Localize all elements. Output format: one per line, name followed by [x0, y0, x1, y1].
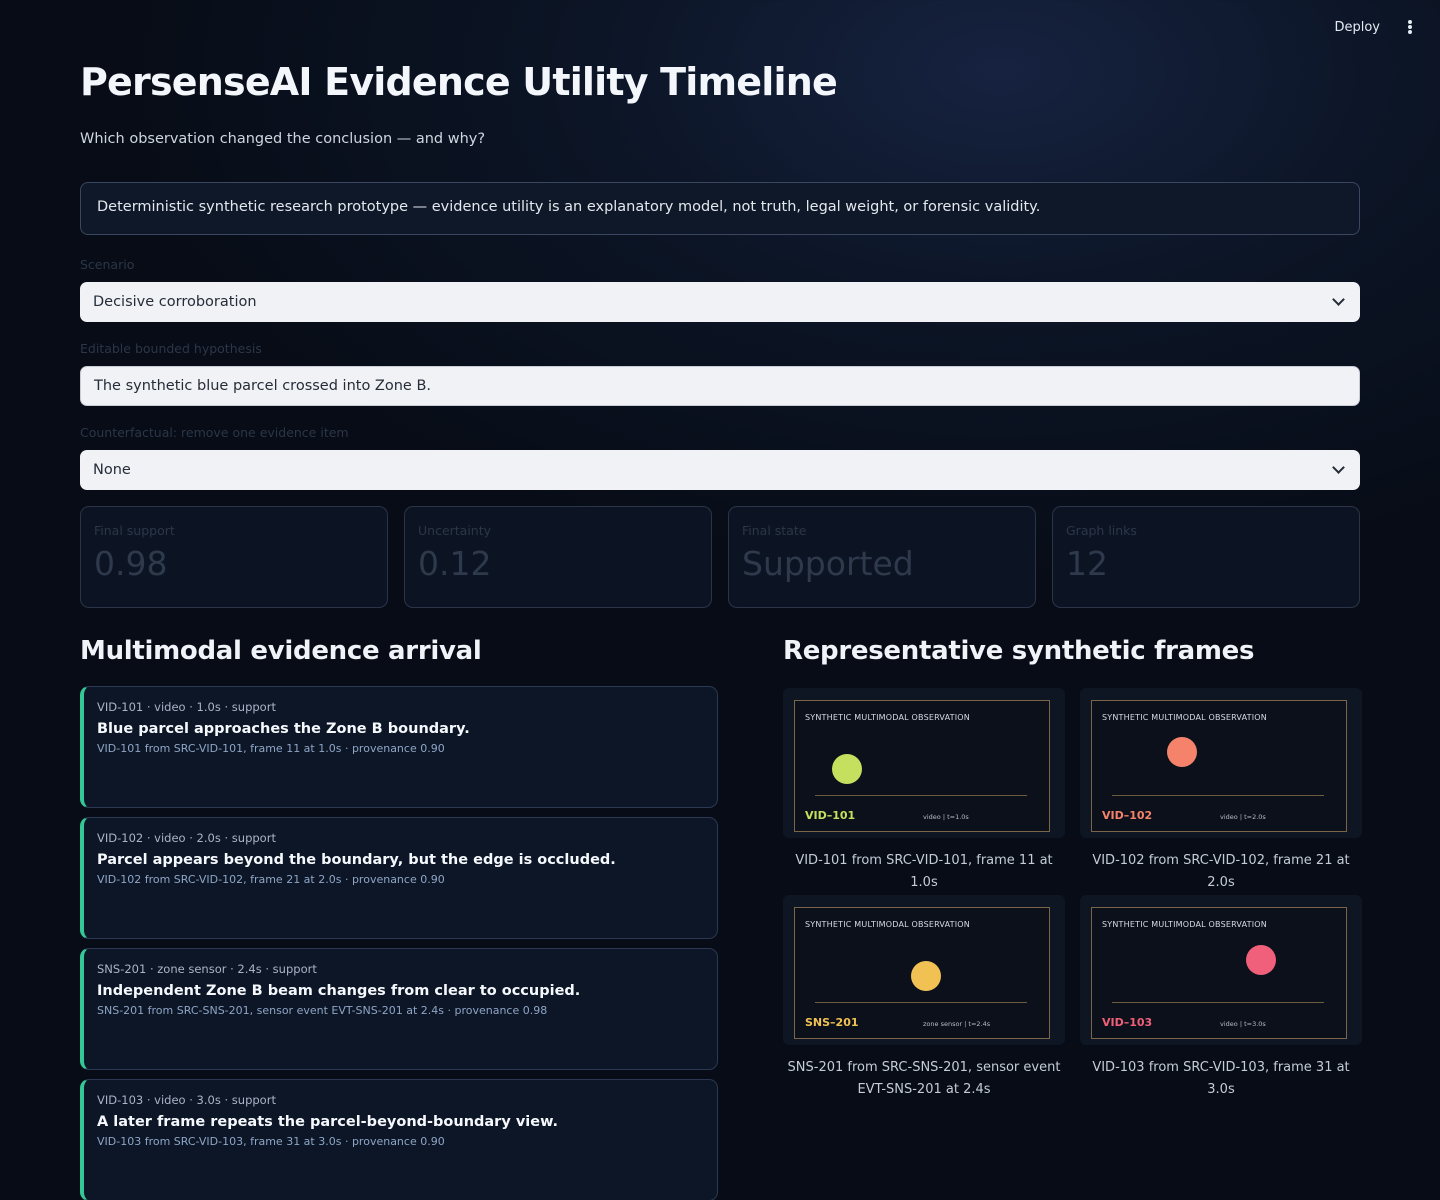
- boundary-line: [1112, 1002, 1324, 1003]
- parcel-dot: [1167, 737, 1197, 767]
- hypothesis-label: Editable bounded hypothesis: [80, 341, 262, 356]
- frame-header: SYNTHETIC MULTIMODAL OBSERVATION: [1102, 713, 1267, 722]
- frame-caption: VID-102 from SRC-VID-102, frame 21 at 2.…: [1092, 853, 1350, 890]
- frame-canvas: SYNTHETIC MULTIMODAL OBSERVATION VID–101…: [794, 700, 1050, 832]
- frame-id: VID–102: [1102, 809, 1153, 822]
- evidence-provenance: VID-103 from SRC-VID-103, frame 31 at 3.…: [97, 1135, 445, 1148]
- evidence-provenance: VID-102 from SRC-VID-102, frame 21 at 2.…: [97, 873, 445, 886]
- frame-modality: video | t=3.0s: [1220, 1020, 1266, 1028]
- chevron-down-icon: [1332, 461, 1345, 474]
- frame-id: VID–103: [1102, 1016, 1153, 1029]
- metric-value: 0.12: [418, 544, 492, 583]
- evidence-card: VID-101 · video · 1.0s · support Blue pa…: [80, 686, 718, 808]
- frame-header: SYNTHETIC MULTIMODAL OBSERVATION: [1102, 920, 1267, 929]
- parcel-dot: [832, 754, 862, 784]
- evidence-meta: VID-102 · video · 2.0s · support: [97, 831, 276, 845]
- counterfactual-select[interactable]: None: [80, 450, 1360, 490]
- parcel-dot: [911, 961, 941, 991]
- disclaimer-text: Deterministic synthetic research prototy…: [97, 199, 1041, 215]
- frame-canvas: SYNTHETIC MULTIMODAL OBSERVATION VID–102…: [1091, 700, 1347, 832]
- frame-modality: video | t=1.0s: [923, 813, 969, 821]
- frame-modality: zone sensor | t=2.4s: [923, 1020, 991, 1028]
- counterfactual-label: Counterfactual: remove one evidence item: [80, 425, 349, 440]
- hypothesis-input[interactable]: The synthetic blue parcel crossed into Z…: [80, 366, 1360, 406]
- frame-caption: VID-103 from SRC-VID-103, frame 31 at 3.…: [1092, 1060, 1350, 1097]
- metric-label: Uncertainty: [418, 523, 492, 538]
- page-title: PersenseAI Evidence Utility Timeline: [80, 60, 838, 104]
- evidence-card: VID-102 · video · 2.0s · support Parcel …: [80, 817, 718, 939]
- frame-id: SNS–201: [805, 1016, 859, 1029]
- metric-graph-links: Graph links 12: [1052, 506, 1360, 608]
- scenario-value: Decisive corroboration: [93, 294, 257, 310]
- metric-value: Supported: [742, 544, 914, 583]
- deploy-button[interactable]: Deploy: [1334, 20, 1380, 35]
- evidence-meta: SNS-201 · zone sensor · 2.4s · support: [97, 962, 317, 976]
- chevron-down-icon: [1332, 293, 1345, 306]
- counterfactual-value: None: [93, 462, 131, 478]
- evidence-heading: Multimodal evidence arrival: [80, 636, 482, 666]
- frame-canvas: SYNTHETIC MULTIMODAL OBSERVATION SNS–201…: [794, 907, 1050, 1039]
- evidence-title: A later frame repeats the parcel-beyond-…: [97, 1114, 559, 1130]
- evidence-title: Independent Zone B beam changes from cle…: [97, 983, 581, 999]
- metric-final-support: Final support 0.98: [80, 506, 388, 608]
- evidence-meta: VID-101 · video · 1.0s · support: [97, 700, 276, 714]
- metric-value: 12: [1066, 544, 1108, 583]
- metric-label: Final state: [742, 523, 807, 538]
- page-subtitle: Which observation changed the conclusion…: [80, 131, 486, 147]
- synthetic-frame-image: SYNTHETIC MULTIMODAL OBSERVATION VID–101…: [783, 688, 1065, 838]
- frame-caption: VID-101 from SRC-VID-101, frame 11 at 1.…: [795, 853, 1053, 890]
- hypothesis-value: The synthetic blue parcel crossed into Z…: [94, 378, 432, 394]
- frame-id: VID–101: [805, 809, 856, 822]
- evidence-card: SNS-201 · zone sensor · 2.4s · support I…: [80, 948, 718, 1070]
- metric-final-state: Final state Supported: [728, 506, 1036, 608]
- frame-caption: SNS-201 from SRC-SNS-201, sensor event E…: [787, 1060, 1061, 1097]
- frame-header: SYNTHETIC MULTIMODAL OBSERVATION: [805, 920, 970, 929]
- scenario-label: Scenario: [80, 257, 135, 272]
- evidence-title: Blue parcel approaches the Zone B bounda…: [97, 721, 470, 737]
- synthetic-frame-image: SYNTHETIC MULTIMODAL OBSERVATION SNS–201…: [783, 895, 1065, 1045]
- top-bar: Deploy: [1334, 18, 1418, 36]
- parcel-dot: [1246, 945, 1276, 975]
- metric-label: Final support: [94, 523, 175, 538]
- evidence-card: VID-103 · video · 3.0s · support A later…: [80, 1079, 718, 1200]
- frame-canvas: SYNTHETIC MULTIMODAL OBSERVATION VID–103…: [1091, 907, 1347, 1039]
- frame-header: SYNTHETIC MULTIMODAL OBSERVATION: [805, 713, 970, 722]
- frames-heading: Representative synthetic frames: [783, 636, 1255, 666]
- boundary-line: [1112, 795, 1324, 796]
- frame-modality: video | t=2.0s: [1220, 813, 1266, 821]
- evidence-meta: VID-103 · video · 3.0s · support: [97, 1093, 276, 1107]
- metric-uncertainty: Uncertainty 0.12: [404, 506, 712, 608]
- disclaimer-notice: Deterministic synthetic research prototy…: [80, 182, 1360, 235]
- metric-value: 0.98: [94, 544, 168, 583]
- evidence-provenance: VID-101 from SRC-VID-101, frame 11 at 1.…: [97, 742, 445, 755]
- kebab-menu-icon[interactable]: [1402, 18, 1418, 36]
- boundary-line: [815, 1002, 1027, 1003]
- evidence-provenance: SNS-201 from SRC-SNS-201, sensor event E…: [97, 1004, 548, 1017]
- boundary-line: [815, 795, 1027, 796]
- evidence-title: Parcel appears beyond the boundary, but …: [97, 852, 616, 868]
- scenario-select[interactable]: Decisive corroboration: [80, 282, 1360, 322]
- synthetic-frame-image: SYNTHETIC MULTIMODAL OBSERVATION VID–103…: [1080, 895, 1362, 1045]
- synthetic-frame-image: SYNTHETIC MULTIMODAL OBSERVATION VID–102…: [1080, 688, 1362, 838]
- metric-label: Graph links: [1066, 523, 1137, 538]
